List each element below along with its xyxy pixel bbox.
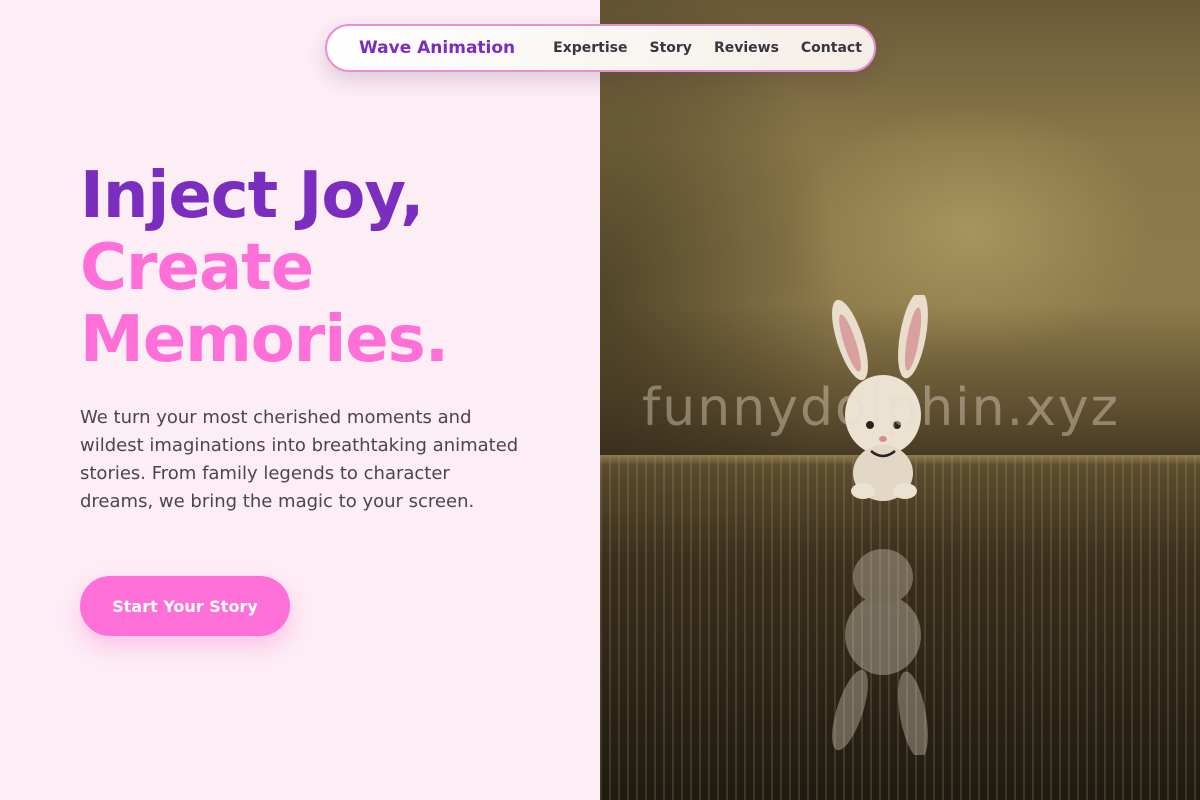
nav-links: Expertise Story Reviews Contact (553, 40, 862, 56)
hero-image: funnydolphin.xyz (600, 0, 1200, 800)
hero-left-panel (0, 0, 600, 800)
hero-headline: Inject Joy, Create Memories. (80, 159, 449, 377)
nav-link-reviews[interactable]: Reviews (714, 40, 779, 56)
nav-link-contact[interactable]: Contact (801, 40, 862, 56)
headline-line-3: Memories. (80, 303, 449, 377)
top-navigation: Wave Animation Expertise Story Reviews C… (325, 24, 876, 72)
brand-logo[interactable]: Wave Animation (359, 38, 515, 58)
nav-link-expertise[interactable]: Expertise (553, 40, 627, 56)
start-your-story-button[interactable]: Start Your Story (80, 576, 290, 636)
watermark-text: funnydolphin.xyz (642, 378, 1120, 438)
bunny-reflection (832, 549, 928, 755)
hero-description: We turn your most cherished moments and … (80, 407, 519, 512)
headline-line-2: Create (80, 231, 314, 305)
headline-line-1: Inject Joy, (80, 159, 424, 233)
nav-link-story[interactable]: Story (650, 40, 692, 56)
